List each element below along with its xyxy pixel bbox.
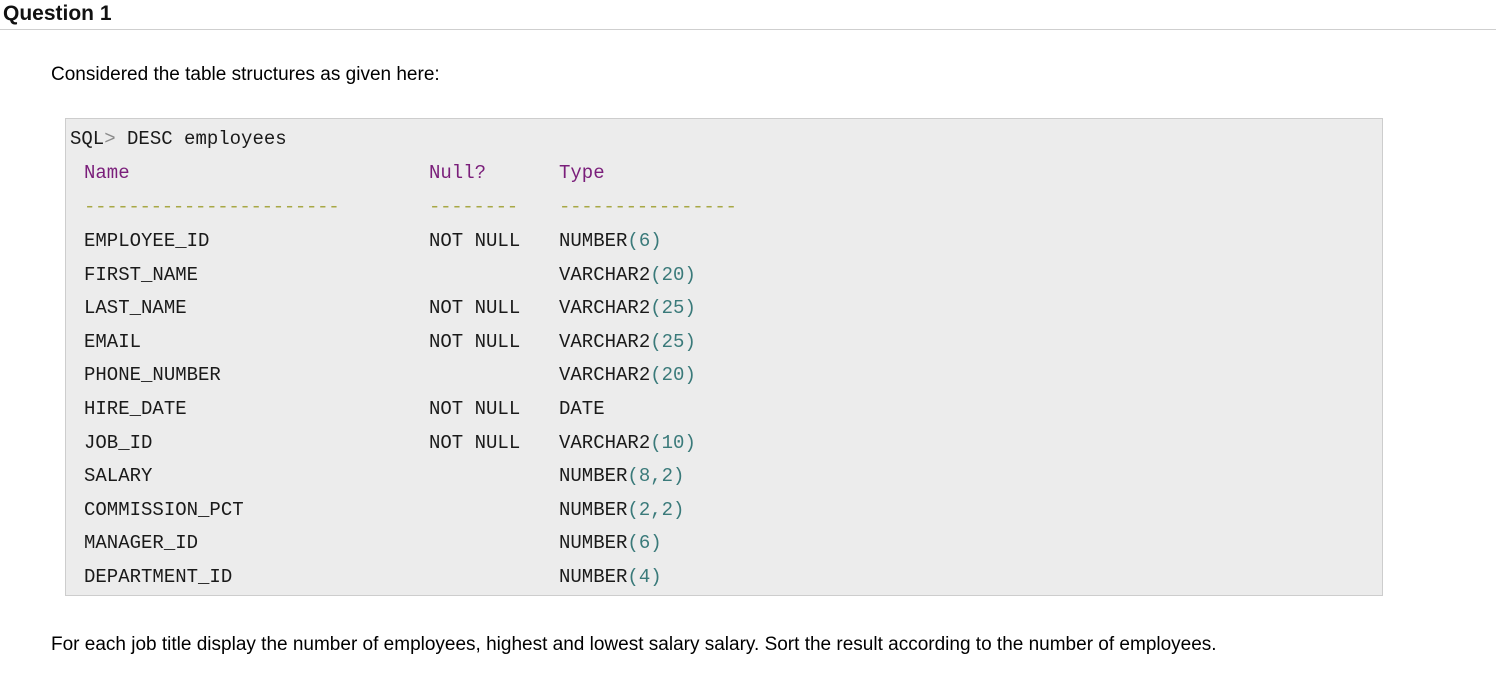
type-args: 6 xyxy=(638,230,651,252)
type-paren-close: ) xyxy=(684,331,696,353)
column-name-cell: MANAGER_ID xyxy=(84,532,199,554)
type-base: NUMBER xyxy=(559,465,628,487)
sql-prompt-line: SQL> DESC employees xyxy=(70,127,287,151)
type-cell: DATE xyxy=(559,397,605,421)
type-paren-open: ( xyxy=(650,432,662,454)
type-args: 8,2 xyxy=(638,465,674,487)
column-name-cell: LAST_NAME xyxy=(84,297,187,319)
column-header-null: Null? xyxy=(429,162,487,184)
dash-separator-null: -------- xyxy=(429,196,518,218)
type-cell: NUMBER(4) xyxy=(559,565,662,589)
column-name-cell: SALARY xyxy=(84,465,153,487)
type-paren-close: ) xyxy=(650,230,662,252)
sql-prompt: SQL xyxy=(70,128,105,150)
column-name-cell: EMAIL xyxy=(84,331,142,353)
column-name-cell: HIRE_DATE xyxy=(84,398,187,420)
null-constraint-cell: NOT NULL xyxy=(429,432,521,454)
column-name-cell: DEPARTMENT_ID xyxy=(84,566,233,588)
type-paren-close: ) xyxy=(684,264,696,286)
column-name-cell: FIRST_NAME xyxy=(84,264,199,286)
column-name-cell: EMPLOYEE_ID xyxy=(84,230,210,252)
intro-text: Considered the table structures as given… xyxy=(51,64,440,85)
type-paren-close: ) xyxy=(673,499,685,521)
column-header-type: Type xyxy=(559,162,605,184)
type-args: 20 xyxy=(661,264,685,286)
column-header-name: Name xyxy=(84,162,130,184)
type-cell: NUMBER(6) xyxy=(559,531,662,555)
type-paren-open: ( xyxy=(650,297,662,319)
type-base: VARCHAR2 xyxy=(559,297,651,319)
type-args: 20 xyxy=(661,364,685,386)
type-args: 25 xyxy=(661,297,685,319)
type-base: VARCHAR2 xyxy=(559,432,651,454)
type-cell: NUMBER(8,2) xyxy=(559,464,684,488)
type-paren-open: ( xyxy=(627,566,639,588)
type-paren-open: ( xyxy=(627,532,639,554)
type-args: 2,2 xyxy=(638,499,674,521)
type-base: NUMBER xyxy=(559,230,628,252)
question-header: Question 1 xyxy=(0,0,1496,30)
type-base: DATE xyxy=(559,398,605,420)
column-name-cell: JOB_ID xyxy=(84,432,153,454)
type-paren-close: ) xyxy=(673,465,685,487)
question-prompt: For each job title display the number of… xyxy=(51,634,1217,655)
type-base: NUMBER xyxy=(559,532,628,554)
type-paren-close: ) xyxy=(684,364,696,386)
sql-prompt-symbol: > xyxy=(104,128,116,150)
type-cell: VARCHAR2(10) xyxy=(559,431,696,455)
null-constraint-cell: NOT NULL xyxy=(429,230,521,252)
column-name-cell: PHONE_NUMBER xyxy=(84,364,221,386)
question-title: Question 1 xyxy=(3,2,112,25)
dash-separator-type: ---------------- xyxy=(559,196,737,218)
null-constraint-cell: NOT NULL xyxy=(429,297,521,319)
type-paren-close: ) xyxy=(684,432,696,454)
type-args: 6 xyxy=(638,532,651,554)
type-paren-open: ( xyxy=(650,331,662,353)
type-base: NUMBER xyxy=(559,499,628,521)
type-paren-open: ( xyxy=(627,499,639,521)
type-paren-open: ( xyxy=(650,264,662,286)
type-paren-close: ) xyxy=(684,297,696,319)
null-constraint-cell: NOT NULL xyxy=(429,398,521,420)
type-cell: VARCHAR2(25) xyxy=(559,330,696,354)
null-constraint-cell: NOT NULL xyxy=(429,331,521,353)
type-paren-open: ( xyxy=(627,465,639,487)
type-args: 25 xyxy=(661,331,685,353)
type-base: VARCHAR2 xyxy=(559,331,651,353)
type-base: NUMBER xyxy=(559,566,628,588)
type-paren-open: ( xyxy=(627,230,639,252)
type-paren-close: ) xyxy=(650,532,662,554)
type-cell: VARCHAR2(20) xyxy=(559,363,696,387)
column-name-cell: COMMISSION_PCT xyxy=(84,499,244,521)
sql-code-panel: SQL> DESC employees Name Null? Type ----… xyxy=(65,118,1383,596)
type-cell: VARCHAR2(20) xyxy=(559,263,696,287)
type-base: VARCHAR2 xyxy=(559,364,651,386)
type-base: VARCHAR2 xyxy=(559,264,651,286)
type-args: 4 xyxy=(638,566,651,588)
type-cell: VARCHAR2(25) xyxy=(559,296,696,320)
sql-command: DESC employees xyxy=(115,128,287,150)
type-cell: NUMBER(6) xyxy=(559,229,662,253)
type-paren-close: ) xyxy=(650,566,662,588)
type-args: 10 xyxy=(661,432,685,454)
type-paren-open: ( xyxy=(650,364,662,386)
type-cell: NUMBER(2,2) xyxy=(559,498,684,522)
dash-separator-name: ----------------------- xyxy=(84,196,340,218)
